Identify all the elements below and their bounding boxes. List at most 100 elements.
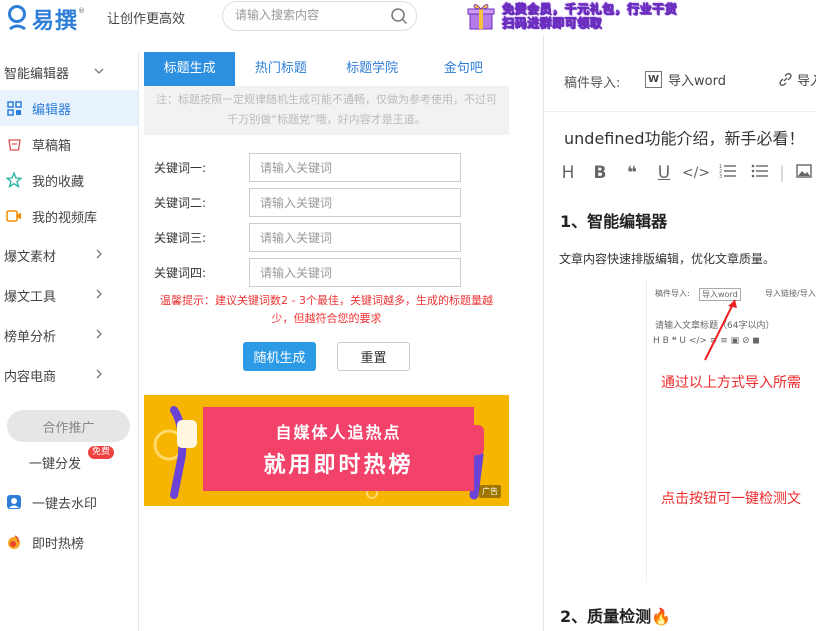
promo-line-1: 免费会员，千元礼包，行业干货 — [502, 2, 678, 17]
logo-text: 易撰 — [32, 9, 79, 34]
document-title[interactable]: undefined功能介绍，新手必看！ — [564, 125, 805, 149]
import-word-button[interactable]: W 导入word — [645, 70, 726, 89]
editor-pane: 稿件导入: W 导入word 导入链接 undefined功能介绍，新手必看！ … — [544, 36, 816, 631]
sidebar-section-ecommerce[interactable]: 内容电商 — [0, 357, 138, 393]
ad-tag: 广告 — [479, 485, 501, 498]
sidebar-item-distribute[interactable]: 一键分发 免费 — [0, 444, 138, 480]
tool-tabs: 标题生成 热门标题 标题学院 金句吧 — [144, 52, 509, 86]
grid-icon — [6, 100, 22, 116]
sidebar-section-label: 爆文工具 — [4, 289, 57, 305]
star-icon — [6, 172, 22, 188]
import-word-label: 导入word — [668, 74, 726, 89]
banner-title: 就用即时热榜 — [263, 453, 414, 478]
keyword-tip: 温馨提示：建议关键词数2 - 3个最佳，关键词越多，生成的标题量越少，但越符合您… — [160, 294, 493, 325]
sidebar-section-rankings[interactable]: 榜单分析 — [0, 317, 138, 353]
video-icon — [6, 208, 22, 224]
sidebar-item-label: 我的收藏 — [32, 174, 85, 190]
keyword-label: 关键词二: — [154, 196, 207, 210]
import-label: 稿件导入: — [564, 76, 621, 91]
svg-text:3: 3 — [719, 174, 722, 179]
search-icon[interactable] — [390, 7, 408, 25]
keyword-input-1[interactable] — [249, 153, 461, 182]
free-badge: 免费 — [88, 446, 115, 459]
sidebar-section-tools[interactable]: 爆文工具 — [0, 277, 138, 313]
random-generate-button[interactable]: 随机生成 — [243, 342, 316, 371]
title-generator-panel: 标题生成 热门标题 标题学院 金句吧 注：标题按照一定规律随机生成可能不通畅，仅… — [144, 52, 509, 506]
keyword-label: 关键词一: — [154, 161, 207, 175]
slogan: 让创作更高效 — [107, 12, 186, 27]
image-icon[interactable] — [788, 163, 816, 184]
banner-board: 自媒体人追热点 就用即时热榜 — [203, 407, 474, 491]
shot-import-label: 稿件导入: — [655, 289, 690, 298]
sidebar-group-editor[interactable]: 智能编辑器 — [0, 54, 138, 90]
promo-banner[interactable]: 免费会员，千元礼包，行业干货 扫码进群即可领取 — [466, 0, 677, 32]
cooperation-button[interactable]: 合作推广 — [7, 410, 130, 442]
banner-headline: 自媒体人追热点 — [275, 423, 402, 442]
section-heading-1: 1、智能编辑器 — [560, 212, 668, 231]
chevron-right-icon — [96, 289, 102, 299]
sidebar-section-label: 内容电商 — [4, 369, 57, 385]
sidebar-item-label: 一键去水印 — [32, 496, 98, 512]
heading-button[interactable]: H — [552, 163, 584, 183]
red-arrow-icon — [704, 299, 737, 361]
keyword-input-2[interactable] — [249, 188, 461, 217]
sidebar: 智能编辑器 编辑器 草稿箱 我的收藏 我的视频库 爆文素材 爆文工具 榜单分析 — [0, 52, 139, 631]
tab-hot-titles[interactable]: 热门标题 — [235, 52, 326, 86]
sidebar-group-label: 智能编辑器 — [4, 66, 70, 82]
top-bar: 易撰 ® 让创作更高效 免费会员，千元礼包，行业干货 扫码进群即可领取 — [0, 0, 816, 36]
sidebar-item-videos[interactable]: 我的视频库 — [0, 198, 138, 234]
ordered-list-icon[interactable]: 123 — [712, 163, 744, 184]
chevron-down-icon — [94, 68, 104, 74]
keyword-label: 关键词四: — [154, 266, 207, 280]
keyword-row-3: 关键词三: — [154, 223, 464, 252]
tab-title-academy[interactable]: 标题学院 — [327, 52, 418, 86]
keyword-label: 关键词三: — [154, 231, 207, 245]
logo-registered: ® — [78, 7, 86, 15]
shot-callout-1: 通过以上方式导入所需 — [661, 375, 801, 391]
sidebar-item-label: 编辑器 — [32, 102, 72, 118]
promo-line-2: 扫码进群即可领取 — [502, 16, 603, 31]
keyword-input-3[interactable] — [249, 223, 461, 252]
sidebar-item-watermark[interactable]: 一键去水印 — [0, 484, 138, 520]
notice-text: 注：标题按照一定规律随机生成可能不通畅，仅做为参考使用，不过可千万别做“标题党”… — [144, 86, 509, 135]
link-icon — [779, 73, 792, 86]
tab-title-generate[interactable]: 标题生成 — [144, 52, 236, 86]
search-box — [222, 1, 417, 31]
bold-button[interactable]: B — [584, 163, 616, 183]
tab-golden-quotes[interactable]: 金句吧 — [418, 52, 509, 86]
shot-callout-2: 点击按钮可一键检测文 — [661, 491, 801, 507]
chevron-right-icon — [96, 369, 102, 379]
import-link-button[interactable]: 导入链接 — [778, 70, 816, 89]
keyword-row-2: 关键词二: — [154, 188, 464, 217]
sidebar-item-label: 一键分发 — [29, 456, 82, 472]
keyword-input-4[interactable] — [249, 258, 461, 287]
logo[interactable]: 易撰 ® — [6, 3, 85, 35]
sidebar-item-drafts[interactable]: 草稿箱 — [0, 126, 138, 162]
underline-button[interactable]: U — [648, 163, 680, 183]
sidebar-item-editor[interactable]: 编辑器 — [0, 90, 138, 126]
keyword-row-1: 关键词一: — [154, 153, 464, 182]
word-icon: W — [645, 71, 662, 88]
watermark-icon — [6, 494, 22, 510]
sidebar-section-materials[interactable]: 爆文素材 — [0, 237, 138, 273]
fire-icon — [6, 534, 22, 550]
import-link-label: 导入链接 — [797, 74, 816, 89]
sidebar-section-label: 爆文素材 — [4, 249, 57, 265]
gift-icon — [467, 4, 495, 30]
toolbar-divider: | — [779, 163, 785, 183]
sidebar-section-label: 榜单分析 — [4, 329, 57, 345]
quote-button[interactable]: ❝ — [616, 163, 648, 183]
search-input[interactable] — [235, 8, 385, 22]
code-button[interactable]: </> — [680, 165, 712, 181]
sidebar-item-favorites[interactable]: 我的收藏 — [0, 162, 138, 198]
sidebar-item-hot-list[interactable]: 即时热榜 — [0, 524, 138, 560]
shot-link: 导入链接/导入 — [765, 289, 816, 298]
sidebar-item-label: 即时热榜 — [32, 536, 85, 552]
chevron-right-icon — [96, 329, 102, 339]
draft-box-icon — [6, 136, 22, 152]
hot-list-ad-banner[interactable]: 自媒体人追热点 就用即时热榜 广告 — [144, 395, 509, 506]
unordered-list-icon[interactable] — [744, 163, 776, 184]
reset-button[interactable]: 重置 — [337, 342, 410, 371]
editor-screenshot-image: 稿件导入: 导入word 导入链接/导入 请输入文章标题（64字以内） H B … — [646, 280, 816, 582]
logo-icon — [8, 5, 26, 31]
